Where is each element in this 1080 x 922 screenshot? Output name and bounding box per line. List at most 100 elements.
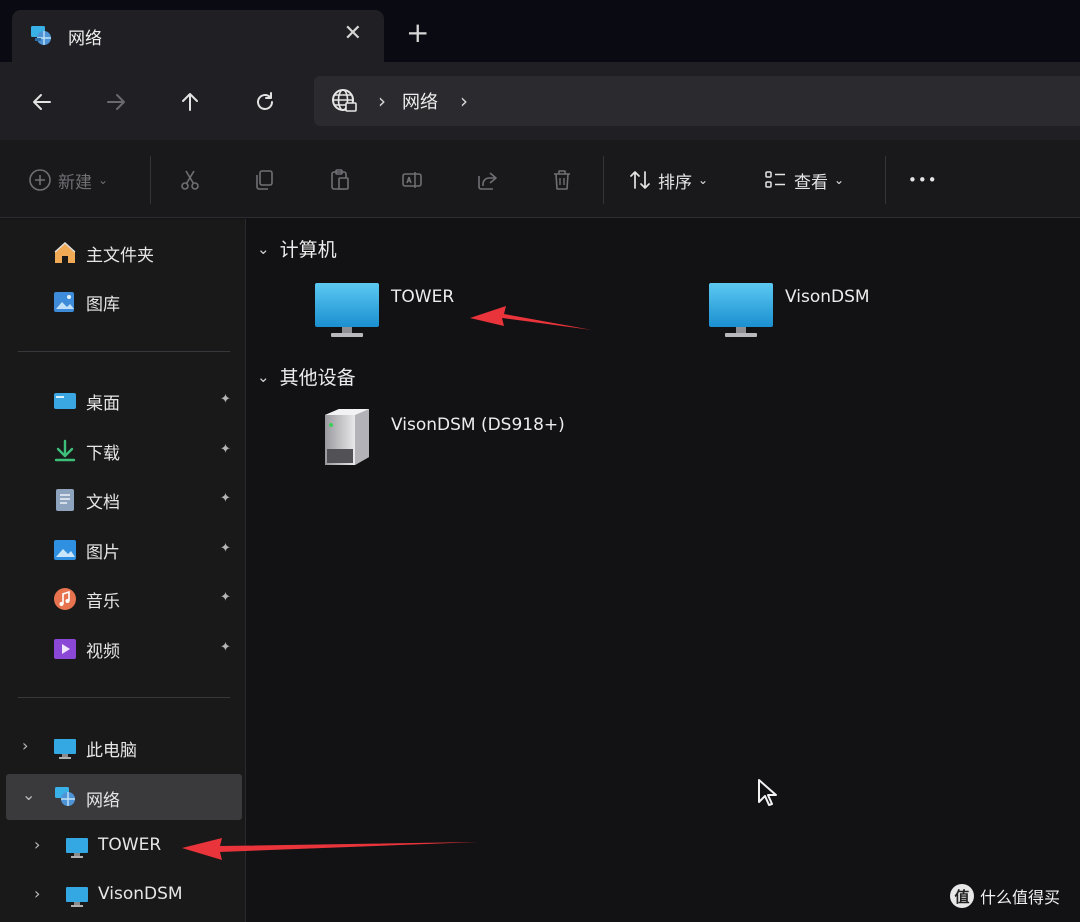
chevron-down-icon: ⌄ <box>698 173 709 187</box>
annotation-arrow <box>182 838 478 860</box>
sidebar-item-pictures[interactable]: 图片 ✦ <box>0 529 246 569</box>
arrow-left-icon <box>33 94 51 110</box>
breadcrumb-network[interactable]: 网络 <box>402 88 438 114</box>
add-circle-icon <box>29 169 51 191</box>
sidebar-item-downloads[interactable]: 下载 ✦ <box>0 430 246 470</box>
toolbar-divider <box>150 156 151 204</box>
chevron-right-icon[interactable]: › <box>22 736 28 755</box>
clipboard-icon <box>331 169 349 190</box>
home-icon <box>54 242 76 263</box>
watermark-text: 什么值得买 <box>980 888 1061 907</box>
globe-icon <box>332 89 357 112</box>
pin-icon[interactable]: ✦ <box>220 590 231 605</box>
pin-icon[interactable]: ✦ <box>220 640 231 655</box>
sidebar-item-visondsm[interactable]: › VisonDSM <box>0 875 246 915</box>
nas-server-icon <box>325 409 369 465</box>
cut-button[interactable] <box>178 166 202 194</box>
annotation-arrow <box>470 306 592 330</box>
group-header-other-devices[interactable]: ⌄ 其他设备 <box>257 363 356 390</box>
pin-icon[interactable]: ✦ <box>220 442 231 457</box>
document-icon <box>56 489 74 511</box>
sidebar-item-label: 图库 <box>86 295 120 315</box>
music-icon <box>54 588 76 610</box>
sidebar-item-label: 视频 <box>86 642 120 662</box>
new-tab-button[interactable]: + <box>406 18 429 48</box>
tab-title: 网络 <box>68 28 102 49</box>
item-name: VisonDSM <box>785 287 870 307</box>
mouse-cursor-icon <box>758 779 777 806</box>
sort-button[interactable]: 排序 ⌄ <box>628 166 708 194</box>
back-button[interactable] <box>24 84 60 120</box>
sidebar-item-label: 网络 <box>86 791 120 811</box>
group-title: 其他设备 <box>279 367 356 389</box>
tab-network[interactable]: 网络 ✕ <box>12 10 384 62</box>
network-icon <box>31 26 51 45</box>
view-button[interactable]: 查看 ⌄ <box>764 166 844 194</box>
share-icon <box>478 172 497 190</box>
pin-icon[interactable]: ✦ <box>220 541 231 556</box>
computer-icon <box>66 838 88 858</box>
video-icon <box>54 639 76 659</box>
sidebar-item-label: 桌面 <box>86 394 120 414</box>
arrow-right-icon <box>107 94 125 110</box>
chevron-down-icon: ⌄ <box>257 239 270 258</box>
chevron-down-icon: ⌄ <box>834 173 845 187</box>
sidebar-item-home[interactable]: 主文件夹 <box>0 232 246 272</box>
more-icon: ••• <box>908 171 938 189</box>
computer-icon <box>709 283 773 337</box>
breadcrumb-separator[interactable]: › <box>460 89 468 113</box>
desktop-icon <box>54 393 76 409</box>
gallery-icon <box>54 292 74 312</box>
item-name: TOWER <box>391 287 455 307</box>
share-button[interactable] <box>476 166 500 194</box>
new-button[interactable]: 新建 ⌄ <box>28 166 108 194</box>
group-header-computers[interactable]: ⌄ 计算机 <box>257 235 337 262</box>
sidebar-item-network[interactable]: ⌄ 网络 <box>6 774 242 820</box>
navigation-pane: 主文件夹 图库 桌面 ✦ 下载 ✦ 文档 ✦ 图片 ✦ 音乐 ✦ 视频 ✦ › … <box>0 219 246 922</box>
device-item-visondsm-ds918[interactable]: VisonDSM (DS918+) <box>317 405 637 471</box>
chevron-down-icon[interactable]: ⌄ <box>22 785 35 804</box>
sidebar-divider <box>18 351 230 352</box>
sidebar-item-music[interactable]: 音乐 ✦ <box>0 578 246 618</box>
new-label: 新建 <box>58 172 92 193</box>
up-button[interactable] <box>172 84 208 120</box>
copy-button[interactable] <box>252 166 276 194</box>
network-icon <box>55 787 75 806</box>
sidebar-item-desktop[interactable]: 桌面 ✦ <box>0 380 246 420</box>
sidebar-item-gallery[interactable]: 图库 <box>0 281 246 321</box>
rename-button[interactable] <box>400 166 424 194</box>
breadcrumb-separator[interactable]: › <box>378 89 386 113</box>
sort-label: 排序 <box>658 172 692 193</box>
sidebar-item-label: 文档 <box>86 493 120 513</box>
title-bar: 网络 ✕ + <box>0 0 1080 62</box>
group-title: 计算机 <box>279 239 337 261</box>
sidebar-item-label: 此电脑 <box>86 741 137 761</box>
scissors-icon <box>181 170 199 190</box>
sidebar-item-label: 音乐 <box>86 592 120 612</box>
toolbar-divider <box>885 156 886 204</box>
trash-icon <box>554 170 570 190</box>
view-list-icon <box>765 171 785 188</box>
sidebar-item-this-pc[interactable]: › 此电脑 <box>0 727 246 767</box>
delete-button[interactable] <box>550 166 574 194</box>
computer-icon <box>54 739 76 759</box>
pin-icon[interactable]: ✦ <box>220 491 231 506</box>
close-icon[interactable]: ✕ <box>344 22 362 46</box>
sidebar-item-label: VisonDSM <box>98 884 183 904</box>
arrow-up-icon <box>182 93 198 111</box>
pin-icon[interactable]: ✦ <box>220 392 231 407</box>
computer-item-visondsm[interactable]: VisonDSM <box>707 281 947 341</box>
chevron-right-icon[interactable]: › <box>34 884 40 903</box>
paste-button[interactable] <box>328 166 352 194</box>
refresh-icon <box>257 92 273 110</box>
toolbar-divider <box>603 156 604 204</box>
picture-icon <box>54 540 76 560</box>
file-list: ⌄ 计算机 TOWER VisonDSM ⌄ 其他设备 VisonDSM (DS… <box>247 219 1080 922</box>
more-options-button[interactable]: ••• <box>908 166 938 194</box>
sidebar-item-documents[interactable]: 文档 ✦ <box>0 479 246 519</box>
refresh-button[interactable] <box>247 84 283 120</box>
address-bar[interactable]: › 网络 › <box>314 76 1080 126</box>
forward-button[interactable] <box>98 84 134 120</box>
chevron-right-icon[interactable]: › <box>34 835 40 854</box>
sidebar-item-videos[interactable]: 视频 ✦ <box>0 628 246 668</box>
